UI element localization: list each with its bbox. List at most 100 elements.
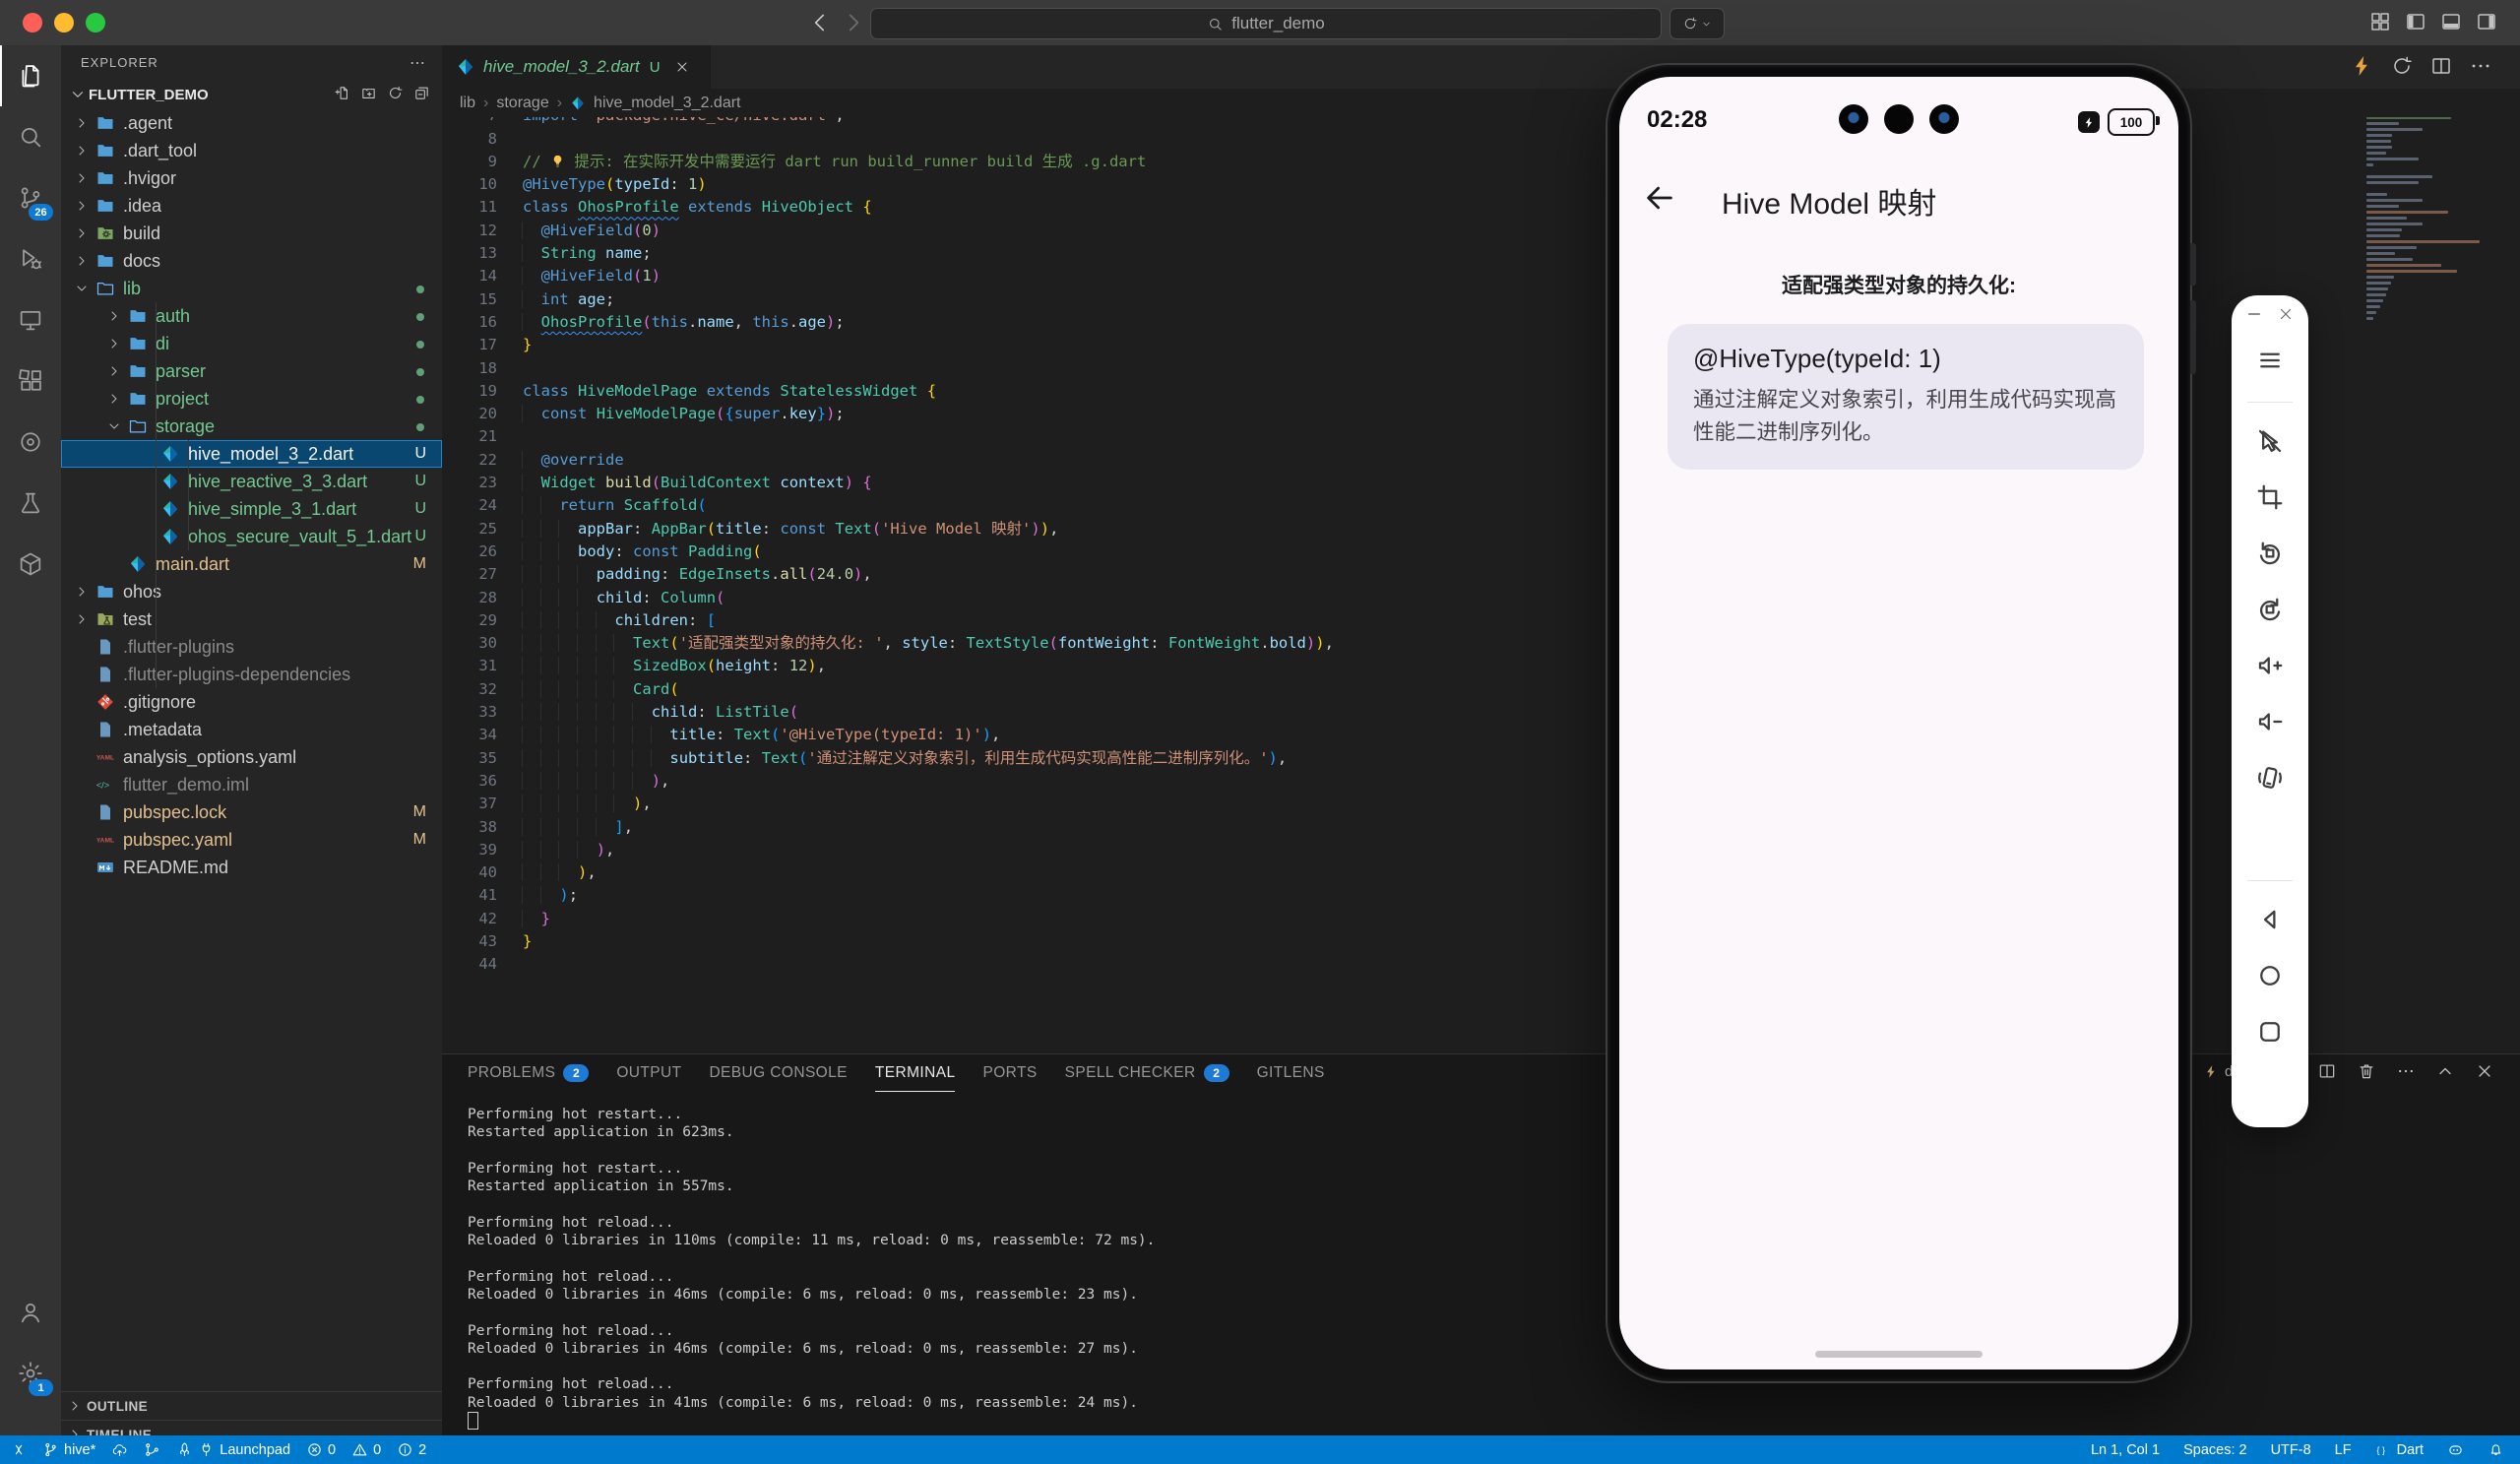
panel-right-button[interactable] <box>2475 10 2498 38</box>
status-git-branch[interactable]: hive* <box>42 1441 95 1458</box>
tree-item-hive-simple-3-1-dart[interactable]: hive_simple_3_1.dartU <box>61 495 442 523</box>
status-eol[interactable]: LF <box>2335 1442 2352 1458</box>
chevron-up-button[interactable] <box>2435 1061 2455 1086</box>
hot-reload-button[interactable] <box>2351 54 2374 83</box>
back-arrow-icon[interactable] <box>1643 181 1676 215</box>
menu-button[interactable] <box>2253 344 2287 377</box>
pointer-off-button[interactable] <box>2253 424 2287 458</box>
layout-grid-button[interactable] <box>2368 10 2392 38</box>
panel-left-button[interactable] <box>2404 10 2427 38</box>
rotate-cw-button[interactable] <box>2253 593 2287 626</box>
phone-screen[interactable]: 02:28 100 Hive Model 映射 适配强类型对象的持久化: <box>1619 77 2178 1369</box>
tree-item-main-dart[interactable]: main.dartM <box>61 550 442 578</box>
zoom-window-button[interactable] <box>86 13 105 32</box>
panel-tab-terminal[interactable]: TERMINAL <box>875 1054 956 1092</box>
more-button[interactable] <box>2396 1061 2416 1086</box>
activity-account[interactable] <box>0 1282 61 1343</box>
activity-remote-explorer[interactable] <box>0 289 61 350</box>
split-editor-button[interactable] <box>2317 1061 2337 1086</box>
restart-button[interactable] <box>2390 54 2414 83</box>
status-remote-indicator[interactable] <box>10 1441 27 1458</box>
tree-item--idea[interactable]: .idea <box>61 192 442 220</box>
tree-item-hive-reactive-3-3-dart[interactable]: hive_reactive_3_3.dartU <box>61 468 442 495</box>
timeline-section[interactable]: TIMELINE <box>61 1420 442 1435</box>
tree-item-di[interactable]: di <box>61 330 442 357</box>
tree-item-test[interactable]: test <box>61 605 442 633</box>
tree-item-lib[interactable]: lib <box>61 275 442 302</box>
nav-forward-button[interactable] <box>841 10 866 35</box>
tree-item-pubspec-lock[interactable]: pubspec.lockM <box>61 798 442 826</box>
code-editor[interactable]: 6import 'package:flutter/material.dart';… <box>442 89 2520 1053</box>
activity-source-control[interactable]: 26 <box>0 167 61 228</box>
panel-tab-gitlens[interactable]: GITLENS <box>1257 1054 1325 1092</box>
tree-item--metadata[interactable]: .metadata <box>61 716 442 743</box>
close-button[interactable] <box>2475 1061 2494 1086</box>
status-warnings[interactable]: 0 <box>351 1441 381 1458</box>
activity-testing[interactable] <box>0 473 61 534</box>
tree-item-ohos[interactable]: ohos <box>61 578 442 605</box>
panel-tab-debug-console[interactable]: DEBUG CONSOLE <box>709 1054 847 1092</box>
breadcrumb[interactable]: lib › storage › hive_model_3_2.dart <box>442 89 2520 117</box>
status-infos[interactable]: 2 <box>397 1441 426 1458</box>
new-file-button[interactable] <box>334 85 350 105</box>
outline-section[interactable]: OUTLINE <box>61 1391 442 1420</box>
trash-button[interactable] <box>2357 1061 2376 1086</box>
tree-item-analysis-options-yaml[interactable]: YAMLanalysis_options.yaml <box>61 743 442 771</box>
project-root-row[interactable]: FLUTTER_DEMO <box>61 80 442 109</box>
more-button[interactable] <box>2469 54 2492 83</box>
tree-item--flutter-plugins-dependencies[interactable]: .flutter-plugins-dependencies <box>61 661 442 688</box>
status-indentation[interactable]: Spaces: 2 <box>2183 1442 2247 1458</box>
volume-down-button[interactable] <box>2253 705 2287 738</box>
panel-tab-problems[interactable]: PROBLEMS2 <box>468 1054 589 1092</box>
panel-tab-output[interactable]: OUTPUT <box>616 1054 681 1092</box>
minimap[interactable] <box>2366 98 2504 329</box>
breadcrumb-file[interactable]: hive_model_3_2.dart <box>594 95 740 112</box>
status-copilot[interactable] <box>2447 1441 2464 1458</box>
tab-hive-model[interactable]: hive_model_3_2.dart U <box>442 45 711 89</box>
minimize-button[interactable] <box>2245 305 2263 328</box>
tree-item-ohos-secure-vault-5-1-dart[interactable]: ohos_secure_vault_5_1.dartU <box>61 523 442 550</box>
tree-item-build[interactable]: build <box>61 220 442 247</box>
status-language-mode[interactable]: { }Dart <box>2375 1441 2424 1458</box>
tree-item--hvigor[interactable]: .hvigor <box>61 164 442 192</box>
activity-package[interactable] <box>0 534 61 595</box>
activity-settings[interactable]: 1 <box>0 1343 61 1404</box>
collapse-all-button[interactable] <box>413 85 430 105</box>
panel-tab-spell-checker[interactable]: SPELL CHECKER2 <box>1065 1054 1229 1092</box>
phone-card[interactable]: @HiveType(typeId: 1) 通过注解定义对象索引，利用生成代码实现… <box>1668 324 2144 470</box>
refresh-button[interactable] <box>387 85 404 105</box>
rotate-device-button[interactable] <box>2253 761 2287 795</box>
breadcrumb-storage[interactable]: storage <box>496 95 548 112</box>
volume-up-button[interactable] <box>2253 649 2287 682</box>
tree-item-auth[interactable]: auth <box>61 302 442 330</box>
tree-item-hive-model-3-2-dart[interactable]: hive_model_3_2.dartU <box>61 440 442 468</box>
status-errors[interactable]: 0 <box>306 1441 336 1458</box>
panel-bottom-button[interactable] <box>2439 10 2463 38</box>
status-git-graph[interactable] <box>144 1441 160 1458</box>
reload-button[interactable] <box>1670 8 1725 39</box>
close-tab-icon[interactable] <box>674 59 690 75</box>
status-launchpad[interactable]: Launchpad <box>176 1441 290 1458</box>
activity-devtools[interactable] <box>0 412 61 473</box>
status-publish[interactable] <box>111 1441 128 1458</box>
tree-item-storage[interactable]: storage <box>61 413 442 440</box>
tree-item--agent[interactable]: .agent <box>61 109 442 137</box>
terminal-output[interactable]: Performing hot restart...Restarted appli… <box>468 1106 2520 1432</box>
command-center-search[interactable]: flutter_demo <box>870 8 1662 39</box>
split-editor-button[interactable] <box>2429 54 2453 83</box>
activity-extensions[interactable] <box>0 350 61 412</box>
tree-item-project[interactable]: project <box>61 385 442 413</box>
nav-back-button[interactable] <box>2253 903 2287 936</box>
nav-recents-button[interactable] <box>2253 1015 2287 1049</box>
tree-item--dart-tool[interactable]: .dart_tool <box>61 137 442 164</box>
breadcrumb-lib[interactable]: lib <box>460 95 475 112</box>
status-encoding[interactable]: UTF-8 <box>2271 1442 2311 1458</box>
close-window-button[interactable] <box>23 13 42 32</box>
more-actions-icon[interactable] <box>409 54 426 72</box>
nav-back-button[interactable] <box>807 10 833 35</box>
activity-search[interactable] <box>0 106 61 167</box>
minimize-window-button[interactable] <box>54 13 74 32</box>
tree-item-pubspec-yaml[interactable]: YAMLpubspec.yamlM <box>61 826 442 854</box>
nav-home-button[interactable] <box>2253 959 2287 992</box>
rotate-ccw-button[interactable] <box>2253 537 2287 570</box>
